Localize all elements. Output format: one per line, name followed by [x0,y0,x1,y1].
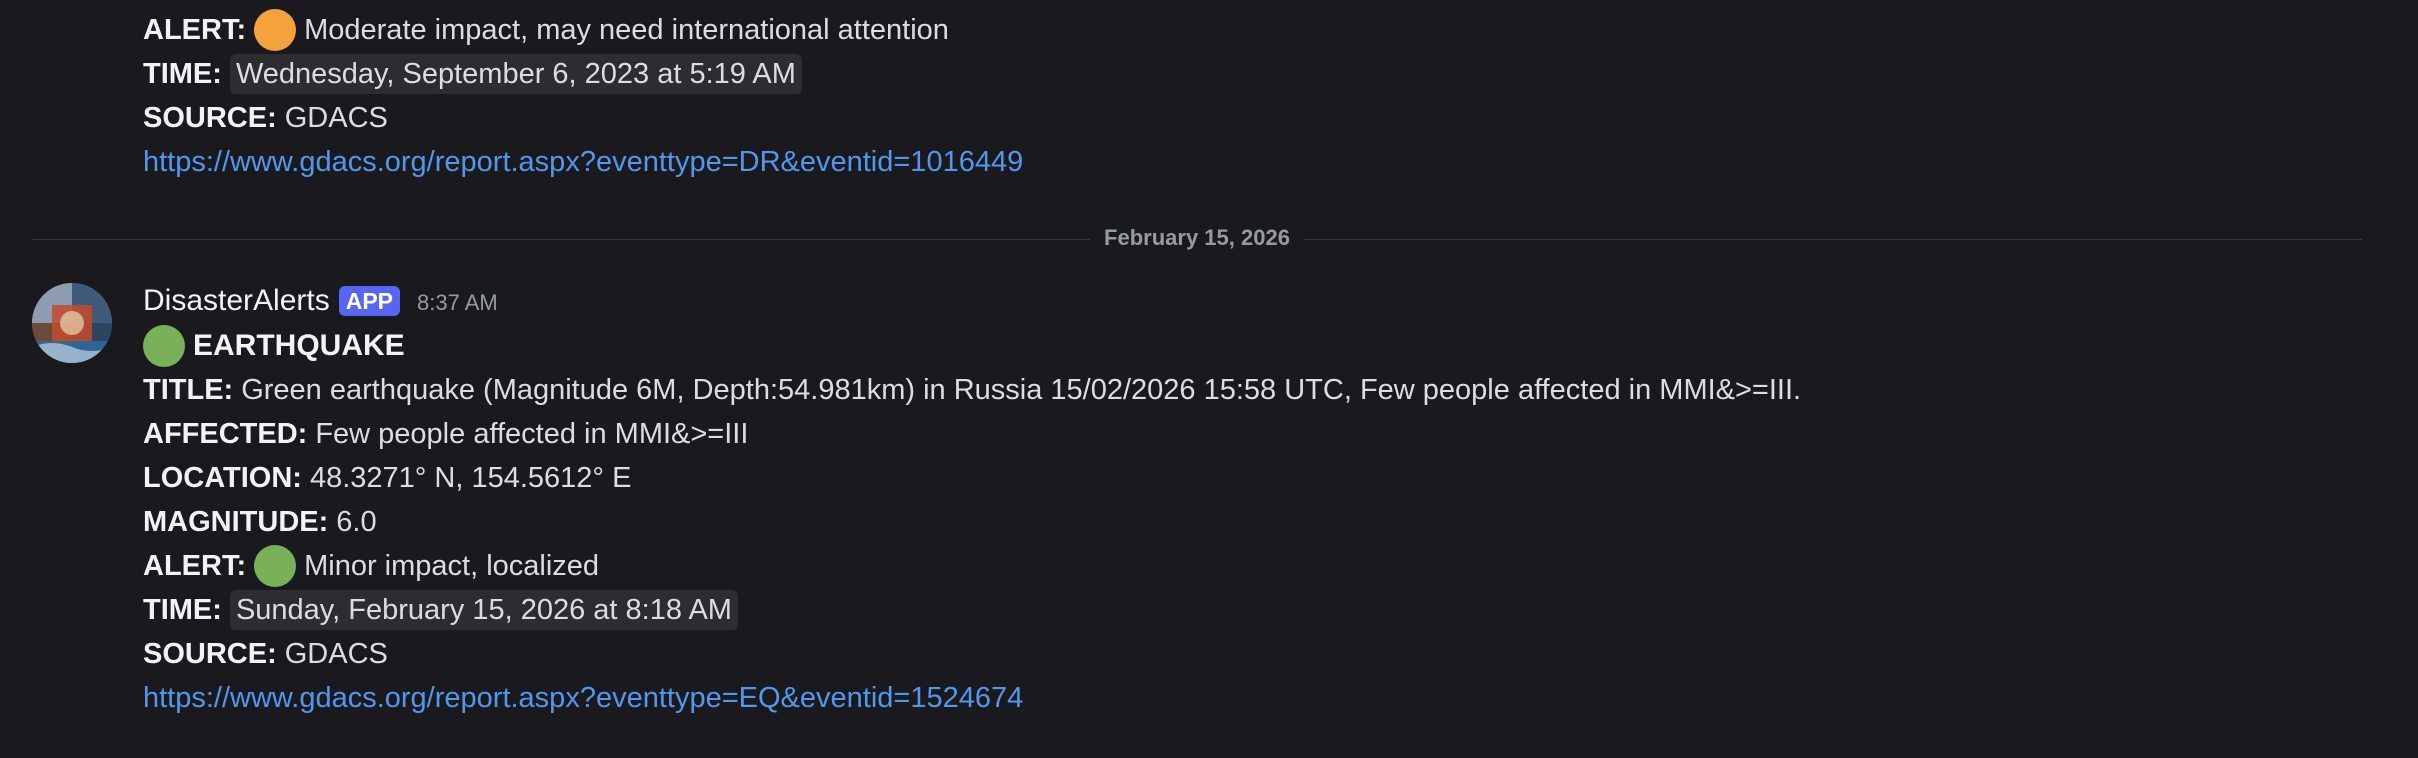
previous-message: ALERT: Moderate impact, may need interna… [143,8,2343,184]
alert-label: ALERT: [143,14,247,46]
avatar[interactable] [32,283,112,363]
timestamp[interactable]: Sunday, February 15, 2026 at 8:18 AM [229,590,738,630]
event-type: EARTHQUAKE [143,324,2343,368]
divider-line-right [1303,238,2362,240]
message-time[interactable]: 8:37 AM [417,286,498,316]
alert-text: Minor impact, localized [304,550,600,582]
app-badge: APP [338,286,401,316]
location-label: LOCATION: [143,462,302,494]
event-type-label: EARTHQUAKE [193,329,405,362]
username[interactable]: DisasterAlerts [143,284,330,318]
affected-value: Few people affected in MMI&>=III [315,418,749,450]
source-field: SOURCE: GDACS [143,96,2343,140]
alert-label: ALERT: [143,550,247,582]
green-circle-icon [254,545,297,587]
timestamp[interactable]: Wednesday, September 6, 2023 at 5:19 AM [229,54,802,94]
title-field: TITLE: Green earthquake (Magnitude 6M, D… [143,368,2343,412]
time-field: TIME: Sunday, February 15, 2026 at 8:18 … [143,588,2343,632]
green-circle-icon [143,325,185,367]
alert-field: ALERT: Minor impact, localized [143,544,2343,588]
title-label: TITLE: [143,374,234,406]
message-body: EARTHQUAKE TITLE: Green earthquake (Magn… [143,324,2343,720]
affected-label: AFFECTED: [143,418,308,450]
avatar-collage-icon [32,283,112,363]
source-value: GDACS [284,638,388,670]
date-divider: February 15, 2026 [32,225,2362,250]
message: DisasterAlerts APP 8:37 AM EARTHQUAKE TI… [143,278,2343,720]
source-value: GDACS [284,102,388,134]
time-label: TIME: [143,58,222,90]
message-header: DisasterAlerts APP 8:37 AM [143,278,2343,324]
alert-text: Moderate impact, may need international … [304,14,949,46]
magnitude-value: 6.0 [336,506,377,538]
source-label: SOURCE: [143,102,277,134]
divider-date: February 15, 2026 [1104,225,1290,250]
divider-line-left [32,238,1091,240]
source-field: SOURCE: GDACS [143,632,2343,676]
magnitude-label: MAGNITUDE: [143,506,329,538]
magnitude-field: MAGNITUDE: 6.0 [143,500,2343,544]
report-link[interactable]: https://www.gdacs.org/report.aspx?eventt… [143,676,2343,720]
time-field: TIME: Wednesday, September 6, 2023 at 5:… [143,52,2343,96]
alert-field: ALERT: Moderate impact, may need interna… [143,8,2343,52]
title-value: Green earthquake (Magnitude 6M, Depth:54… [241,374,1802,406]
affected-field: AFFECTED: Few people affected in MMI&>=I… [143,412,2343,456]
source-label: SOURCE: [143,638,277,670]
report-link[interactable]: https://www.gdacs.org/report.aspx?eventt… [143,140,2343,184]
location-value: 48.3271° N, 154.5612° E [309,462,632,494]
orange-circle-icon [254,9,297,51]
location-field: LOCATION: 48.3271° N, 154.5612° E [143,456,2343,500]
time-label: TIME: [143,594,222,626]
